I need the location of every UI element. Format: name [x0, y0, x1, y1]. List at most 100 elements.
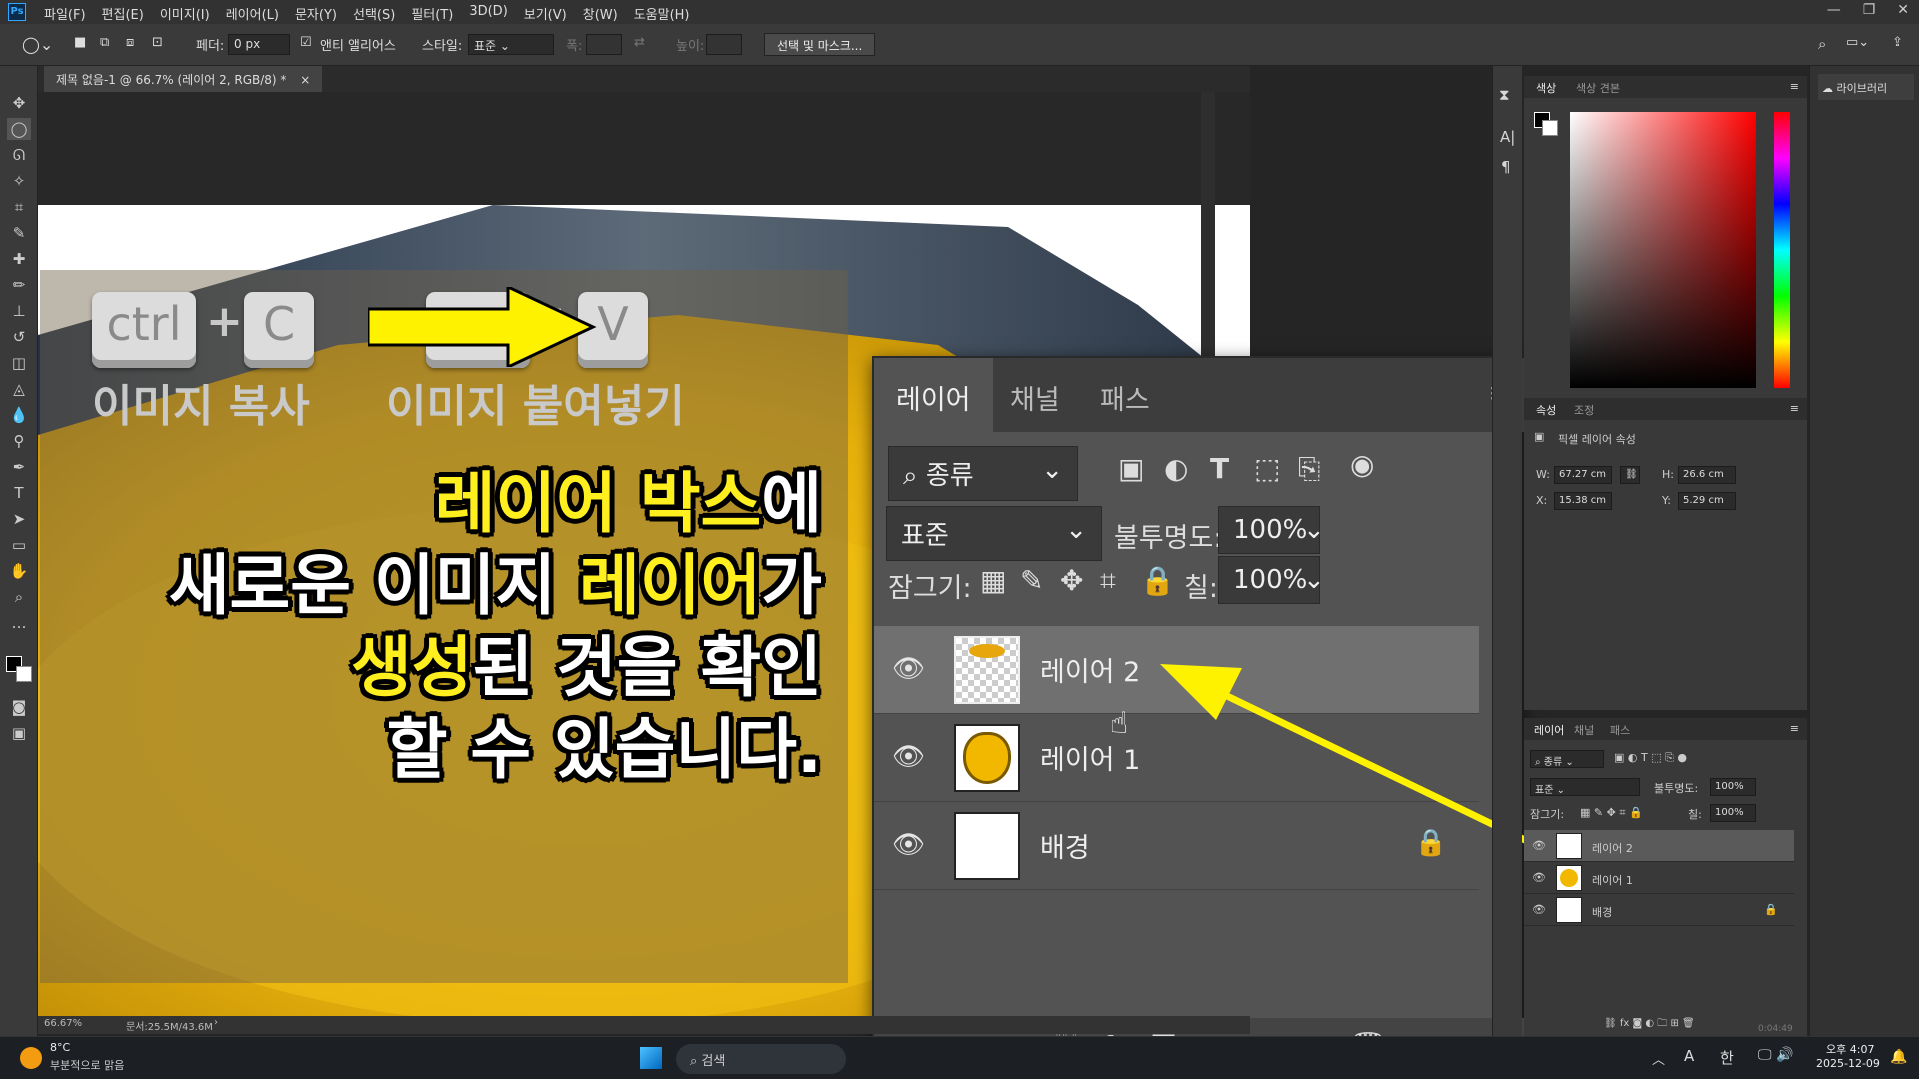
eraser-icon[interactable]: ◫	[7, 352, 31, 374]
selection-add-icon[interactable]: ⧉	[100, 35, 109, 50]
status-expand-icon[interactable]: ›	[214, 1017, 218, 1028]
clock-time[interactable]: 오후 4:07	[1826, 1041, 1874, 1057]
small-opacity-input[interactable]: 100%	[1710, 778, 1756, 796]
restore-icon[interactable]: ❐	[1863, 2, 1876, 18]
menu-help[interactable]: 도움말(H)	[634, 4, 690, 23]
select-and-mask-button[interactable]: 선택 및 마스크...	[764, 33, 876, 56]
y-prop-input[interactable]: 5.29 cm	[1678, 492, 1736, 510]
minimize-icon[interactable]: —	[1827, 2, 1841, 18]
properties-menu-icon[interactable]: ≡	[1790, 402, 1799, 415]
lock-artboard-icon[interactable]: ⌗	[1100, 564, 1116, 598]
character-panel-icon[interactable]: A|	[1500, 128, 1515, 146]
magic-wand-icon[interactable]: ✧	[7, 170, 31, 192]
small-footer-icons[interactable]: ⛓ fx ◙ ◐ 🗀 ⊞ 🗑	[1604, 1016, 1695, 1033]
lasso-tool-icon[interactable]: ᘏ	[7, 144, 31, 166]
blur-tool-icon[interactable]: 💧	[7, 404, 31, 426]
layers-small-menu-icon[interactable]: ≡	[1790, 722, 1799, 735]
small-eye-icon[interactable]: 👁	[1532, 871, 1546, 884]
document-tab[interactable]: 제목 없음-1 @ 66.7% (레이어 2, RGB/8) * ×	[44, 66, 323, 92]
dodge-tool-icon[interactable]: ⚲	[7, 430, 31, 452]
filter-adjustment-icon[interactable]: ◐	[1164, 452, 1188, 485]
layer-name[interactable]: 레이어 2	[1040, 650, 1140, 689]
brush-tool-icon[interactable]: ✏	[7, 274, 31, 296]
elliptical-marquee-preset-icon[interactable]: ◯⌄	[22, 35, 53, 54]
height-prop-input[interactable]: 26.6 cm	[1678, 466, 1736, 484]
style-select[interactable]: 표준 ⌄	[468, 34, 554, 55]
layer-name[interactable]: 레이어 1	[1040, 738, 1140, 777]
filter-shape-icon[interactable]: ⬚	[1254, 452, 1280, 485]
zoom-tool-icon[interactable]: ⌕	[7, 586, 31, 608]
more-tools-icon[interactable]: …	[7, 612, 31, 634]
menu-type[interactable]: 문자(Y)	[295, 4, 337, 23]
lock-transparent-icon[interactable]: ▦	[980, 564, 1006, 597]
visibility-eye-icon[interactable]: 👁	[892, 742, 925, 772]
antialias-checkbox[interactable]: ☑	[300, 35, 312, 50]
panel-background-swatch[interactable]	[1542, 120, 1558, 136]
crop-tool-icon[interactable]: ⌗	[7, 196, 31, 218]
link-dimensions-icon[interactable]: ⛓	[1620, 466, 1640, 484]
small-layer-row[interactable]: 👁 레이어 2	[1524, 830, 1794, 862]
tab-paths-small[interactable]: 패스	[1610, 722, 1630, 738]
type-tool-icon[interactable]: T	[7, 482, 31, 504]
small-layer-name[interactable]: 레이어 2	[1592, 840, 1633, 856]
clock-date[interactable]: 2025-12-09	[1816, 1057, 1880, 1070]
stamp-tool-icon[interactable]: ⊥	[7, 300, 31, 322]
filter-image-icon[interactable]: ▣	[1118, 452, 1144, 485]
small-layer-name[interactable]: 배경	[1592, 904, 1612, 920]
pen-tool-icon[interactable]: ✒	[7, 456, 31, 478]
weather-icon[interactable]	[20, 1047, 42, 1069]
move-tool-icon[interactable]: ✥	[7, 92, 31, 114]
menu-layer[interactable]: 레이어(L)	[226, 4, 279, 23]
network-volume-icons[interactable]: 🖵 🔊	[1758, 1047, 1793, 1063]
selection-subtract-icon[interactable]: ⧈	[126, 35, 134, 50]
tab-layers-small[interactable]: 레이어	[1534, 722, 1564, 738]
selection-intersect-icon[interactable]: ⊡	[152, 35, 163, 50]
lock-position-icon[interactable]: ✥	[1060, 564, 1083, 597]
filter-toggle-icon[interactable]: ◉	[1350, 448, 1374, 481]
width-prop-input[interactable]: 67.27 cm	[1554, 466, 1612, 484]
tab-channels[interactable]: 채널	[988, 358, 1082, 432]
healing-brush-icon[interactable]: ✚	[7, 248, 31, 270]
small-fill-input[interactable]: 100%	[1710, 804, 1756, 822]
lock-image-icon[interactable]: ✎	[1020, 564, 1043, 597]
menu-view[interactable]: 보기(V)	[524, 4, 567, 23]
close-icon[interactable]: ✕	[1897, 2, 1909, 18]
filter-smart-object-icon[interactable]: ⎘	[1298, 452, 1320, 486]
windows-start-icon[interactable]	[640, 1047, 662, 1069]
menu-window[interactable]: 창(W)	[583, 4, 618, 23]
width-input[interactable]	[586, 34, 622, 55]
menu-select[interactable]: 선택(S)	[353, 4, 395, 23]
ime-mode-han[interactable]: 한	[1720, 1047, 1734, 1068]
height-input[interactable]	[706, 34, 742, 55]
tab-paths[interactable]: 패스	[1078, 358, 1172, 432]
layer-filter-kind-select[interactable]: ⌕ 종류 ⌄	[888, 446, 1078, 501]
menu-filter[interactable]: 필터(T)	[411, 4, 453, 23]
history-brush-icon[interactable]: ↺	[7, 326, 31, 348]
rectangle-tool-icon[interactable]: ▭	[7, 534, 31, 556]
paragraph-panel-icon[interactable]: ¶	[1501, 158, 1511, 176]
history-panel-icon[interactable]: ⧗	[1499, 86, 1510, 104]
feather-input[interactable]: 0 px	[228, 34, 290, 55]
screen-mode-icon[interactable]: ▣	[7, 722, 31, 744]
tab-color[interactable]: 색상	[1536, 80, 1556, 96]
ime-mode-a[interactable]: A	[1684, 1047, 1694, 1065]
x-prop-input[interactable]: 15.38 cm	[1554, 492, 1612, 510]
menu-image[interactable]: 이미지(I)	[160, 4, 210, 23]
menu-file[interactable]: 파일(F)	[44, 4, 86, 23]
tab-layers[interactable]: 레이어	[874, 358, 993, 432]
photoshop-logo[interactable]: Ps	[8, 3, 26, 21]
small-eye-icon[interactable]: 👁	[1532, 839, 1546, 852]
small-blend-mode-select[interactable]: 표준 ⌄	[1530, 778, 1640, 796]
marquee-tool-icon[interactable]: ◯	[7, 118, 31, 140]
weather-temp[interactable]: 8°C	[50, 1041, 70, 1054]
small-lock-icons[interactable]: ▦ ✎ ✥ ⌗ 🔒	[1580, 806, 1643, 820]
library-button[interactable]: ☁ 라이브러리	[1818, 74, 1914, 100]
tab-properties[interactable]: 속성	[1536, 402, 1556, 418]
filter-type-icon[interactable]: T	[1210, 452, 1229, 485]
quick-mask-icon[interactable]: ◙	[7, 696, 31, 718]
share-icon[interactable]: ⇪	[1892, 35, 1903, 50]
small-layer-row[interactable]: 👁 배경 🔒	[1524, 894, 1794, 926]
hue-slider[interactable]	[1774, 112, 1790, 388]
menu-edit[interactable]: 편집(E)	[102, 4, 144, 23]
swap-icon[interactable]: ⇄	[634, 35, 645, 50]
